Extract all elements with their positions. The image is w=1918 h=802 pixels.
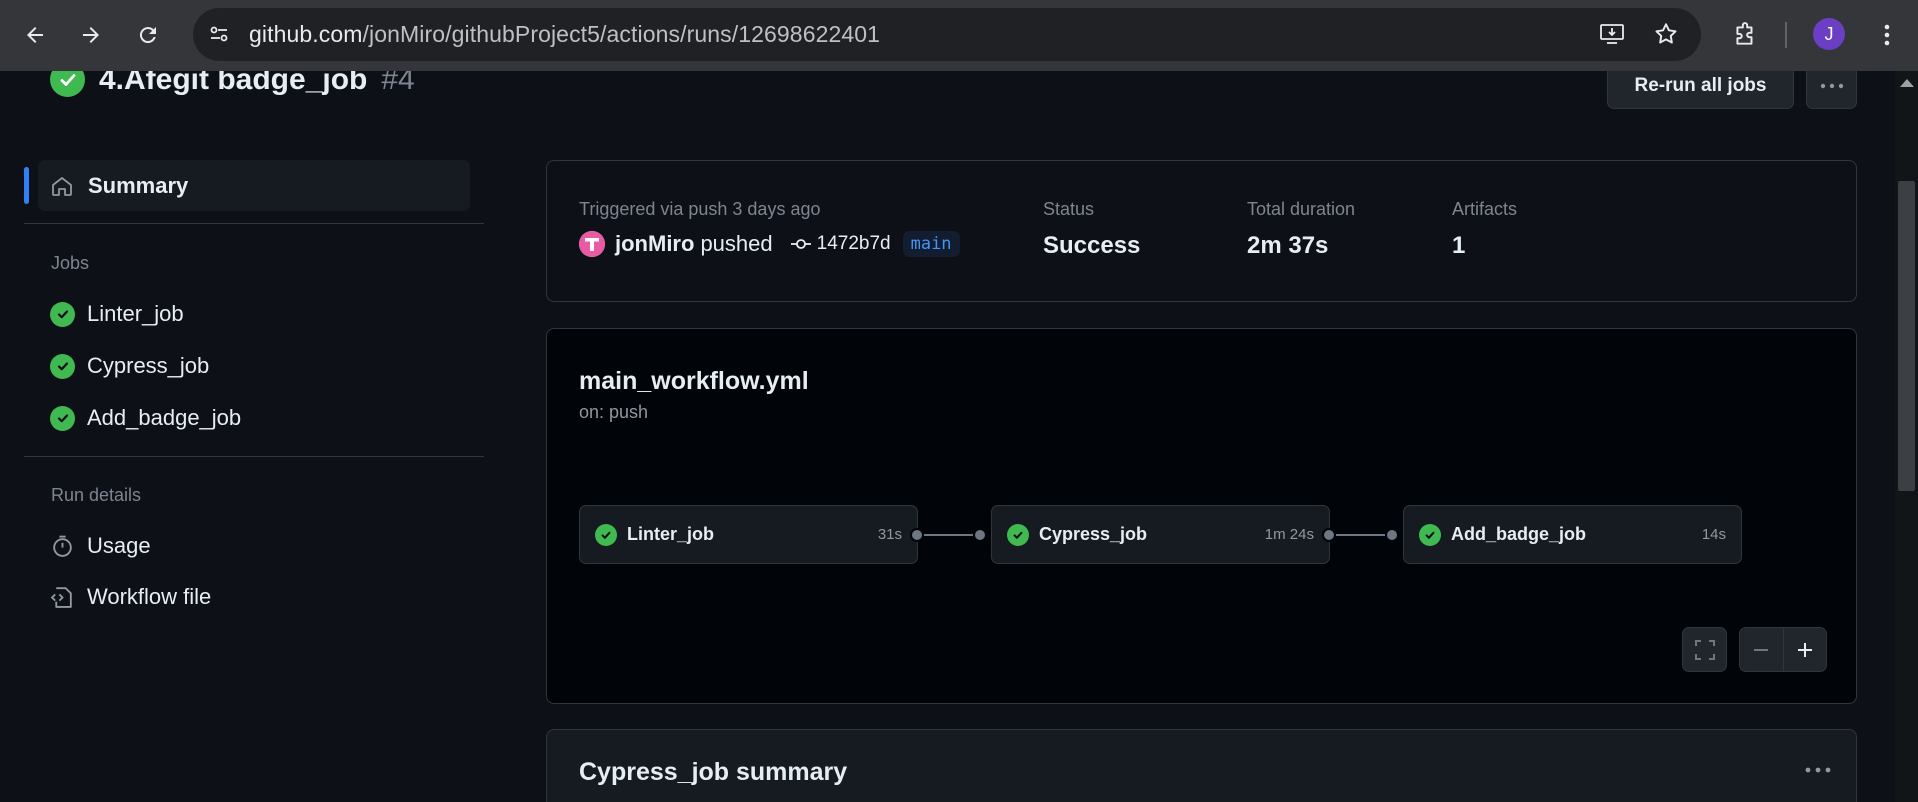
triggered-text: Triggered via push 3 days ago — [579, 199, 821, 219]
duration-value: 2m 37s — [1247, 232, 1329, 259]
sidebar-item-linter-job[interactable]: Linter_job — [50, 294, 184, 334]
back-icon[interactable] — [15, 15, 55, 55]
install-app-icon[interactable] — [1599, 22, 1625, 51]
rerun-all-jobs-button[interactable]: Re-run all jobs — [1607, 71, 1794, 109]
page-scrollbar[interactable] — [1895, 71, 1918, 802]
run-number: #4 — [381, 71, 415, 96]
home-icon — [50, 174, 74, 198]
fullscreen-icon — [1694, 639, 1715, 660]
graph-job-cypress[interactable]: Cypress_job 1m 24s — [991, 505, 1330, 564]
url-host: github.com — [249, 21, 363, 47]
toolbar-divider — [1785, 22, 1787, 48]
run-more-options-button[interactable] — [1806, 71, 1857, 109]
browser-toolbar: github.com/jonMiro/githubProject5/action… — [0, 0, 1918, 71]
graph-job-name: Linter_job — [627, 524, 715, 544]
job-connector — [924, 534, 973, 536]
summary-label: Summary — [88, 172, 189, 198]
run-title: 4.Afegit badge_job — [99, 71, 368, 96]
run-summary-card: Triggered via push 3 days ago jonMiro pu… — [546, 160, 1857, 302]
push-info: jonMiro pushed 1472b7d main — [579, 231, 960, 257]
workflow-file-name: main_workflow.yml — [579, 367, 809, 395]
workflow-graph-card: main_workflow.yml on: push Linter_job 31… — [546, 328, 1857, 704]
job-summary-card: Cypress_job summary — [546, 729, 1857, 802]
zoom-controls — [1739, 627, 1827, 672]
zoom-in-button[interactable] — [1783, 640, 1826, 660]
duration-label: Total duration — [1247, 199, 1356, 219]
job-label: Cypress_job — [87, 353, 210, 378]
sidebar-divider — [24, 223, 484, 224]
commit-sha: 1472b7d — [816, 233, 891, 254]
graph-job-name: Cypress_job — [1039, 524, 1148, 544]
status-label: Status — [1043, 199, 1095, 219]
scrollbar-thumb[interactable] — [1898, 181, 1915, 491]
sidebar-item-add-badge-job[interactable]: Add_badge_job — [50, 398, 241, 438]
plus-icon — [1797, 642, 1812, 657]
artifacts-value[interactable]: 1 — [1452, 232, 1465, 260]
graph-job-duration: 1m 24s — [1264, 526, 1314, 543]
output-port — [910, 528, 924, 542]
graph-job-duration: 31s — [877, 526, 902, 543]
success-check-icon — [50, 405, 75, 431]
minus-icon — [1754, 648, 1769, 651]
extensions-icon[interactable] — [1725, 15, 1765, 55]
input-port — [973, 528, 987, 542]
success-check-icon — [1007, 523, 1029, 546]
graph-job-add-badge[interactable]: Add_badge_job 14s — [1403, 505, 1742, 564]
run-details-heading: Run details — [51, 485, 142, 505]
pusher-name[interactable]: jonMiro — [615, 231, 694, 257]
fullscreen-button[interactable] — [1682, 627, 1727, 672]
site-info-icon[interactable] — [207, 22, 231, 51]
job-label: Add_badge_job — [87, 405, 242, 430]
chrome-menu-icon[interactable] — [1867, 15, 1907, 55]
run-header: 4.Afegit badge_job #4 — [50, 71, 415, 97]
graph-job-linter[interactable]: Linter_job 31s — [579, 505, 918, 564]
scroll-up-arrow-icon[interactable] — [1900, 79, 1914, 87]
output-port — [1322, 528, 1336, 542]
graph-job-name: Add_badge_job — [1451, 524, 1587, 544]
usage-label: Usage — [87, 533, 151, 558]
workflow-file-label: Workflow file — [87, 584, 212, 609]
url-text[interactable]: github.com/jonMiro/githubProject5/action… — [249, 21, 880, 48]
commit-link[interactable]: 1472b7d — [790, 233, 891, 255]
job-summary-title: Cypress_job summary — [579, 758, 848, 786]
address-bar[interactable]: github.com/jonMiro/githubProject5/action… — [193, 8, 1701, 61]
kebab-horizontal-icon — [1805, 767, 1831, 773]
success-check-icon — [50, 353, 75, 379]
forward-icon[interactable] — [71, 15, 111, 55]
git-commit-icon — [790, 239, 811, 249]
job-label: Linter_job — [87, 301, 184, 326]
artifacts-label: Artifacts — [1452, 199, 1518, 219]
profile-avatar[interactable]: J — [1813, 18, 1845, 50]
url-path: /jonMiro/githubProject5/actions/runs/126… — [362, 21, 881, 47]
sidebar-item-summary[interactable]: Summary — [38, 160, 470, 211]
sidebar-item-workflow-file[interactable]: Workflow file — [50, 577, 211, 617]
success-check-icon — [50, 71, 85, 97]
file-code-icon — [50, 585, 75, 610]
job-summary-more-button[interactable] — [1805, 752, 1831, 780]
stopwatch-icon — [50, 534, 75, 559]
success-check-icon — [595, 523, 617, 546]
bookmark-star-icon[interactable] — [1653, 21, 1679, 52]
success-check-icon — [1419, 523, 1441, 546]
push-action: pushed — [700, 231, 773, 256]
jobs-heading: Jobs — [51, 253, 90, 273]
branch-badge[interactable]: main — [902, 231, 960, 257]
sidebar-item-usage[interactable]: Usage — [50, 526, 151, 566]
success-check-icon — [50, 301, 75, 327]
input-port — [1385, 528, 1399, 542]
job-connector — [1336, 534, 1385, 536]
active-indicator — [24, 167, 29, 204]
graph-job-duration: 14s — [1701, 526, 1726, 543]
sidebar-item-cypress-job[interactable]: Cypress_job — [50, 346, 209, 386]
user-avatar[interactable] — [579, 231, 605, 257]
sidebar-divider — [24, 456, 484, 457]
workflow-trigger: on: push — [579, 402, 649, 422]
zoom-out-button[interactable] — [1740, 640, 1783, 660]
github-actions-run-page: 4.Afegit badge_job #4 Re-run all jobs Su… — [0, 71, 1918, 802]
status-value: Success — [1043, 232, 1141, 259]
reload-icon[interactable] — [128, 15, 168, 55]
